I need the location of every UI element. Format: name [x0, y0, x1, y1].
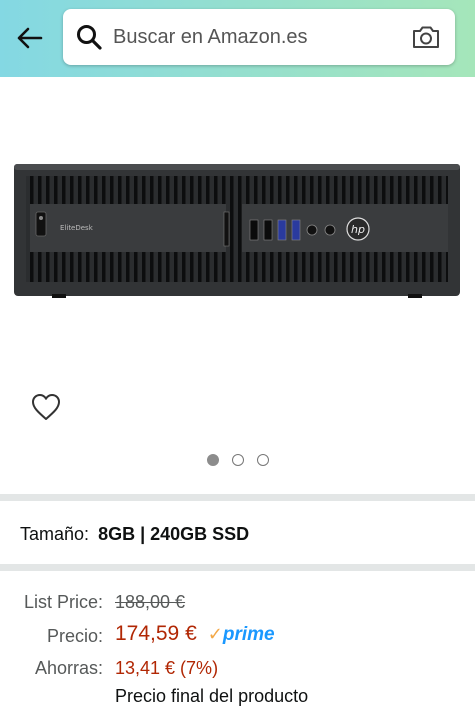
variant-value: 8GB | 240GB SSD [98, 524, 250, 544]
prime-badge: ✓ prime [208, 624, 275, 646]
variant-label: Tamaño: [20, 524, 90, 544]
search-input[interactable] [113, 17, 403, 57]
search-bar[interactable] [63, 9, 455, 65]
hp-logo-icon: hp [351, 223, 365, 236]
section-divider [0, 564, 475, 571]
price-label: Precio: [46, 626, 103, 646]
heart-icon[interactable] [30, 392, 62, 422]
savings-label: Ahorras: [34, 658, 103, 678]
carousel-dot[interactable] [206, 454, 219, 466]
carousel-indicator [0, 454, 475, 466]
carousel-dot[interactable] [256, 454, 269, 466]
product-image-brand: EliteDesk [60, 224, 94, 232]
savings-value: 13,41 € (7%) [115, 658, 219, 678]
section-divider [0, 494, 475, 501]
back-button[interactable] [10, 20, 48, 56]
top-bar [0, 0, 475, 77]
product-image[interactable]: EliteDesk hp [12, 162, 462, 300]
variant-selector[interactable]: Tamaño: 8GB | 240GB SSD [20, 524, 249, 545]
price-value: 174,59 € [115, 622, 197, 645]
prime-check-icon: ✓ [207, 624, 223, 644]
prime-logo: prime [222, 624, 275, 645]
price-line: 174,59 € ✓ prime [115, 622, 275, 646]
final-price-note: Precio final del producto [115, 686, 309, 706]
carousel-dot[interactable] [231, 454, 244, 466]
list-price-value: 188,00 € [115, 592, 186, 612]
list-price-label: List Price: [23, 592, 103, 612]
camera-icon[interactable] [411, 22, 441, 52]
arrow-left-icon [17, 27, 43, 49]
search-icon [77, 25, 102, 50]
